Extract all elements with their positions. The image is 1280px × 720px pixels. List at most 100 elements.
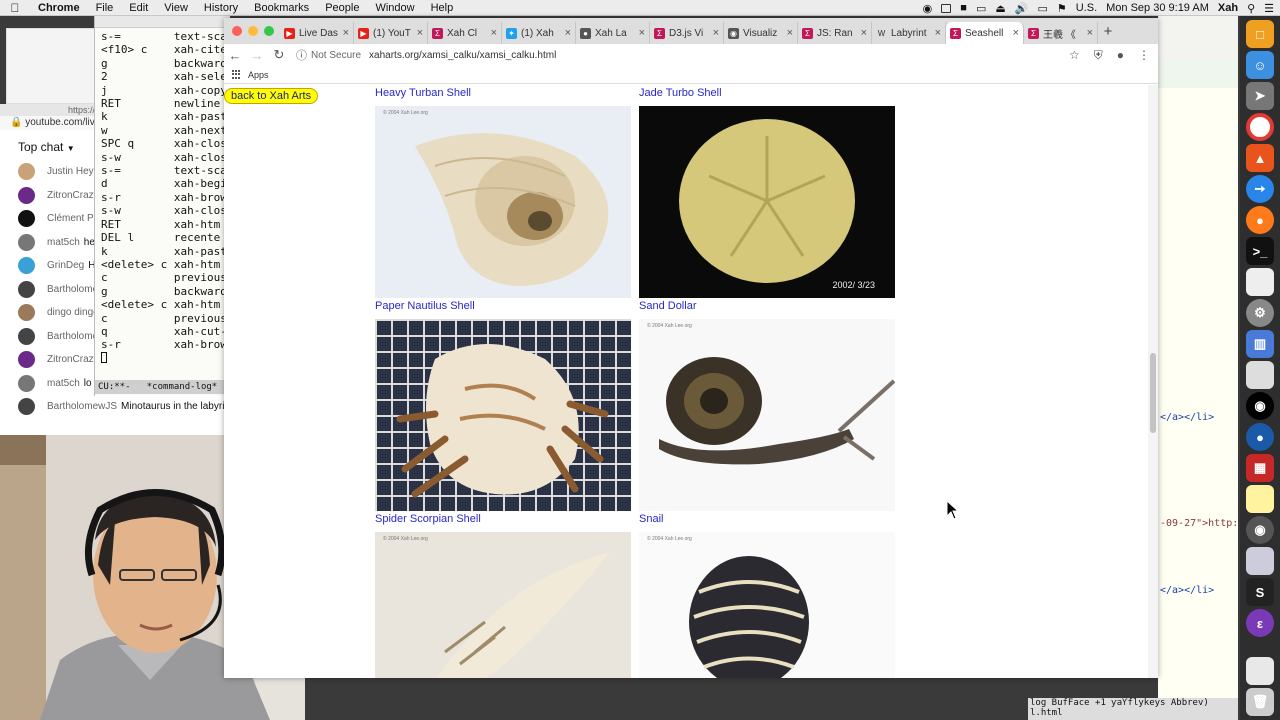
chat-author[interactable]: mat5ch — [47, 237, 80, 248]
more-menu-icon[interactable]: ⋮ — [1138, 48, 1150, 63]
striped-shell-image[interactable]: © 2004 Xah Lee.org — [639, 532, 895, 678]
volume-icon[interactable]: 🔊 — [1015, 2, 1029, 15]
menu-edit[interactable]: Edit — [121, 2, 156, 14]
eject-icon[interactable]: ⏏ — [995, 2, 1005, 15]
menu-view[interactable]: View — [156, 2, 196, 14]
avatar[interactable] — [18, 280, 35, 298]
display-icon[interactable]: ▭ — [976, 2, 986, 15]
close-tab-icon[interactable]: × — [713, 27, 719, 39]
minimize-window-icon[interactable] — [248, 26, 258, 36]
textedit-icon[interactable] — [1246, 268, 1274, 296]
omnibox[interactable]: ⓘ Not Secure xaharts.org/xamsi_calku/xam… — [296, 46, 1056, 64]
chat-author[interactable]: Bartholome — [47, 331, 98, 342]
tab-1-xah[interactable]: ✦ (1) Xah × — [502, 22, 576, 44]
close-tab-icon[interactable]: × — [787, 27, 793, 39]
caption-sand-dollar[interactable]: Sand Dollar — [639, 300, 696, 312]
close-tab-icon[interactable]: × — [639, 27, 645, 39]
info-icon[interactable]: ⓘ — [296, 47, 307, 63]
close-tab-icon[interactable]: × — [343, 27, 349, 39]
close-tab-icon[interactable]: × — [565, 27, 571, 39]
close-tab-icon[interactable]: × — [1013, 27, 1019, 39]
apps-grid-icon[interactable] — [232, 69, 242, 80]
zoom-window-icon[interactable] — [264, 26, 274, 36]
avatar[interactable] — [18, 398, 35, 416]
tab-1-yout[interactable]: ▶ (1) YouT × — [354, 22, 428, 44]
camera-app-icon[interactable]: ◉ — [1246, 516, 1274, 544]
menu-window[interactable]: Window — [367, 2, 422, 14]
list-icon[interactable]: ☰ — [1264, 2, 1274, 15]
menu-people[interactable]: People — [317, 2, 367, 14]
tab-visualiz[interactable]: ◉ Visualiz × — [724, 22, 798, 44]
app-icon[interactable] — [1246, 361, 1274, 389]
new-tab-button[interactable]: + — [1098, 23, 1118, 40]
close-tab-icon[interactable]: × — [1087, 27, 1093, 39]
activity-monitor-icon[interactable]: ▥ — [1246, 330, 1274, 358]
tab-js-ran[interactable]: Σ JS: Ran × — [798, 22, 872, 44]
flag-icon[interactable]: ⚑ — [1057, 2, 1067, 15]
app-menu[interactable]: Chrome — [30, 2, 88, 14]
search-icon[interactable]: ⚲ — [1247, 2, 1255, 15]
chat-author[interactable]: mat5ch — [47, 378, 80, 389]
window-icon[interactable] — [941, 3, 952, 13]
finder-icon[interactable]: ☺ — [1246, 51, 1274, 79]
close-tab-icon[interactable]: × — [935, 27, 941, 39]
chat-author[interactable]: BartholomewJS — [47, 401, 117, 412]
back-to-xah-arts-button[interactable]: back to Xah Arts — [224, 88, 319, 104]
avatar[interactable] — [18, 163, 35, 181]
terminal-icon[interactable]: >_ — [1246, 237, 1274, 265]
spider-scorpian-shell-image[interactable] — [375, 319, 631, 511]
chat-author[interactable]: dingo dinge — [47, 307, 99, 318]
snail-image[interactable]: © 2004 Xah Lee.org — [639, 319, 895, 511]
user-name[interactable]: Xah — [1218, 2, 1238, 14]
close-tab-icon[interactable]: × — [861, 27, 867, 39]
profile-icon[interactable]: ● — [1117, 48, 1124, 63]
avatar[interactable] — [18, 327, 35, 345]
close-tab-icon[interactable]: × — [417, 27, 423, 39]
tab-xah-cl[interactable]: Σ Xah Cl × — [428, 22, 502, 44]
avatar[interactable] — [18, 233, 35, 251]
forward-arrow-icon[interactable]: → — [246, 48, 268, 63]
dock-folder-icon[interactable]: □ — [1246, 20, 1274, 48]
trash-icon[interactable]: 🗑 — [1246, 688, 1274, 716]
chat-author[interactable]: ZitronCrazy — [47, 354, 99, 365]
menu-history[interactable]: History — [196, 2, 246, 14]
avatar[interactable] — [18, 210, 35, 228]
avatar[interactable] — [18, 374, 35, 392]
keyboard-layout[interactable]: U.S. — [1076, 2, 1097, 14]
avatar[interactable] — [18, 351, 35, 369]
menu-file[interactable]: File — [88, 2, 122, 14]
chat-author[interactable]: Justin Heye — [47, 166, 99, 177]
tab-d3-js-vi[interactable]: Σ D3.js Vi × — [650, 22, 724, 44]
tab-[interactable]: Σ 王羲 《 × — [1024, 22, 1098, 44]
close-tab-icon[interactable]: × — [491, 27, 497, 39]
sublime-icon[interactable]: S — [1246, 578, 1274, 606]
emacs-icon[interactable]: ε — [1246, 609, 1274, 637]
avatar[interactable] — [18, 257, 35, 275]
paper-nautilus-image[interactable]: © 2004 Xah Lee.org — [375, 106, 631, 298]
globe-app-icon[interactable]: ● — [1246, 423, 1274, 451]
system-preferences-icon[interactable]: ⚙ — [1246, 299, 1274, 327]
caption-snail[interactable]: Snail — [639, 513, 663, 525]
tab-live-das[interactable]: ▶ Live Das × — [280, 22, 354, 44]
chat-author[interactable]: ZitronCrazy — [47, 190, 99, 201]
bookmark-star-icon[interactable]: ☆ — [1069, 48, 1080, 63]
spindle-shell-image[interactable]: © 2004 Xah Lee.org — [375, 532, 631, 678]
scrollbar-thumb[interactable] — [1150, 353, 1156, 433]
apps-bookmark[interactable]: Apps — [248, 70, 269, 80]
avatar[interactable] — [18, 304, 35, 322]
extension-shield-icon[interactable]: ⛨ — [1094, 48, 1103, 63]
chat-author[interactable]: GrinDeg — [47, 260, 84, 271]
apple-menu-icon[interactable]:  — [0, 1, 30, 15]
obs-dock-icon[interactable]: ◉ — [1246, 392, 1274, 420]
menu-help[interactable]: Help — [423, 2, 462, 14]
safari-icon[interactable]: ➙ — [1246, 175, 1274, 203]
caption-heavy-turban-shell[interactable]: Heavy Turban Shell — [375, 87, 471, 99]
caption-spider-scorpian-shell[interactable]: Spider Scorpian Shell — [375, 513, 481, 525]
reload-icon[interactable]: ↻ — [268, 47, 290, 63]
menu-bookmarks[interactable]: Bookmarks — [246, 2, 317, 14]
page-scrollbar[interactable] — [1148, 85, 1158, 678]
launchpad-icon[interactable]: ➤ — [1246, 82, 1274, 110]
tab-xah-la[interactable]: ● Xah La × — [576, 22, 650, 44]
caption-paper-nautilus-shell[interactable]: Paper Nautilus Shell — [375, 300, 475, 312]
brave-icon[interactable]: ▲ — [1246, 144, 1274, 172]
